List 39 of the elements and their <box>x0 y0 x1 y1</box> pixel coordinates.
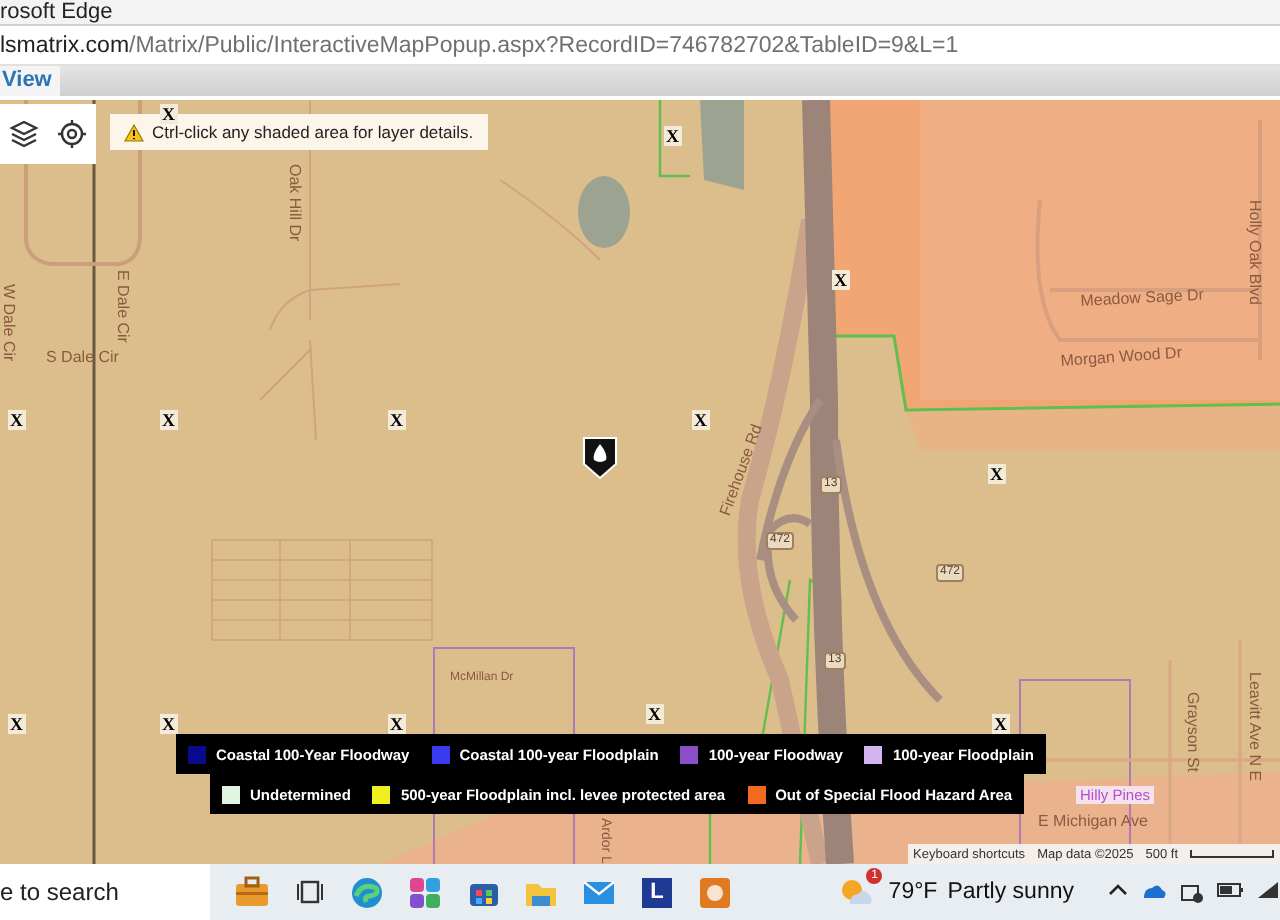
zone-marker: X <box>692 410 709 430</box>
zone-marker: X <box>988 464 1005 484</box>
wifi-icon[interactable] <box>1256 880 1280 904</box>
url-text[interactable]: lsmatrix.com/Matrix/Public/InteractiveMapPopup.aspx?RecordID=746782702&TableID=9&L=1 <box>0 33 959 57</box>
app-tile[interactable]: L <box>642 877 672 907</box>
zone-marker: X <box>388 410 405 430</box>
street-label: W Dale Cir <box>0 284 18 362</box>
locate-icon[interactable] <box>56 118 88 150</box>
zone-marker: X <box>160 104 177 124</box>
weather-condition: Partly sunny <box>947 880 1074 904</box>
zone-marker: X <box>8 410 25 430</box>
street-label: Meadow Sage Dr <box>1080 285 1205 310</box>
search-field[interactable]: e to search <box>0 864 210 920</box>
street-label: Grayson St <box>1184 692 1202 773</box>
scale-bar <box>1190 850 1274 858</box>
street-label: Oak Hill Dr <box>286 164 304 242</box>
street-label: Morgan Wood Dr <box>1060 343 1183 370</box>
menu-tab[interactable]: View <box>0 66 60 96</box>
warning-icon <box>124 123 144 141</box>
window-title: rosoft Edge <box>0 0 113 24</box>
zone-marker: X <box>832 270 849 290</box>
temperature-text: 79°F <box>888 880 938 904</box>
zone-marker: X <box>160 714 177 734</box>
zone-marker: X <box>388 714 405 734</box>
weather-icon[interactable] <box>838 876 875 908</box>
zone-marker: X <box>646 704 663 724</box>
cloud-icon[interactable] <box>1140 880 1168 904</box>
network-icon[interactable] <box>1180 880 1204 904</box>
zone-marker: X <box>160 410 177 430</box>
street-label: E Michigan Ave <box>1038 812 1148 830</box>
layers-icon[interactable] <box>8 118 40 150</box>
street-label: Leavitt Ave N E <box>1246 672 1264 782</box>
street-label: E Dale Cir <box>114 270 132 343</box>
zone-marker: X <box>8 714 25 734</box>
zone-marker: X <box>992 714 1009 734</box>
hint-text: Ctrl-click any shaded area for layer details. <box>152 122 474 142</box>
flood-marker-icon[interactable] <box>582 436 618 480</box>
zone-marker: X <box>664 126 681 146</box>
street-label: Holly Oak Blvd <box>1246 200 1264 305</box>
